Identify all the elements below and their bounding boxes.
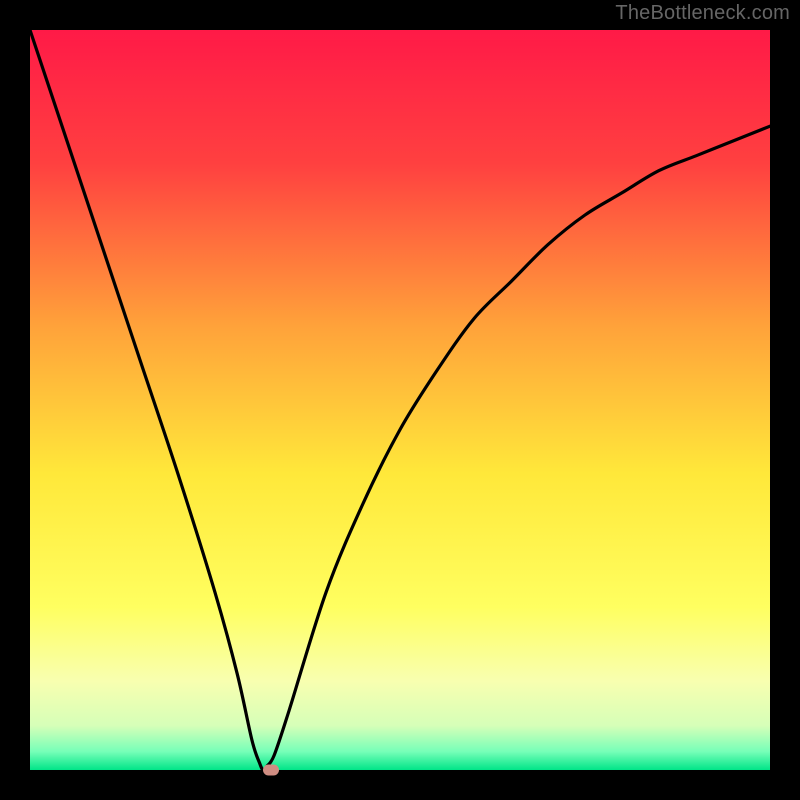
gradient-background bbox=[30, 30, 770, 770]
watermark-text: TheBottleneck.com bbox=[615, 2, 790, 25]
optimal-point-marker bbox=[263, 765, 279, 776]
chart-frame: TheBottleneck.com bbox=[0, 0, 800, 800]
bottleneck-chart bbox=[30, 30, 770, 770]
